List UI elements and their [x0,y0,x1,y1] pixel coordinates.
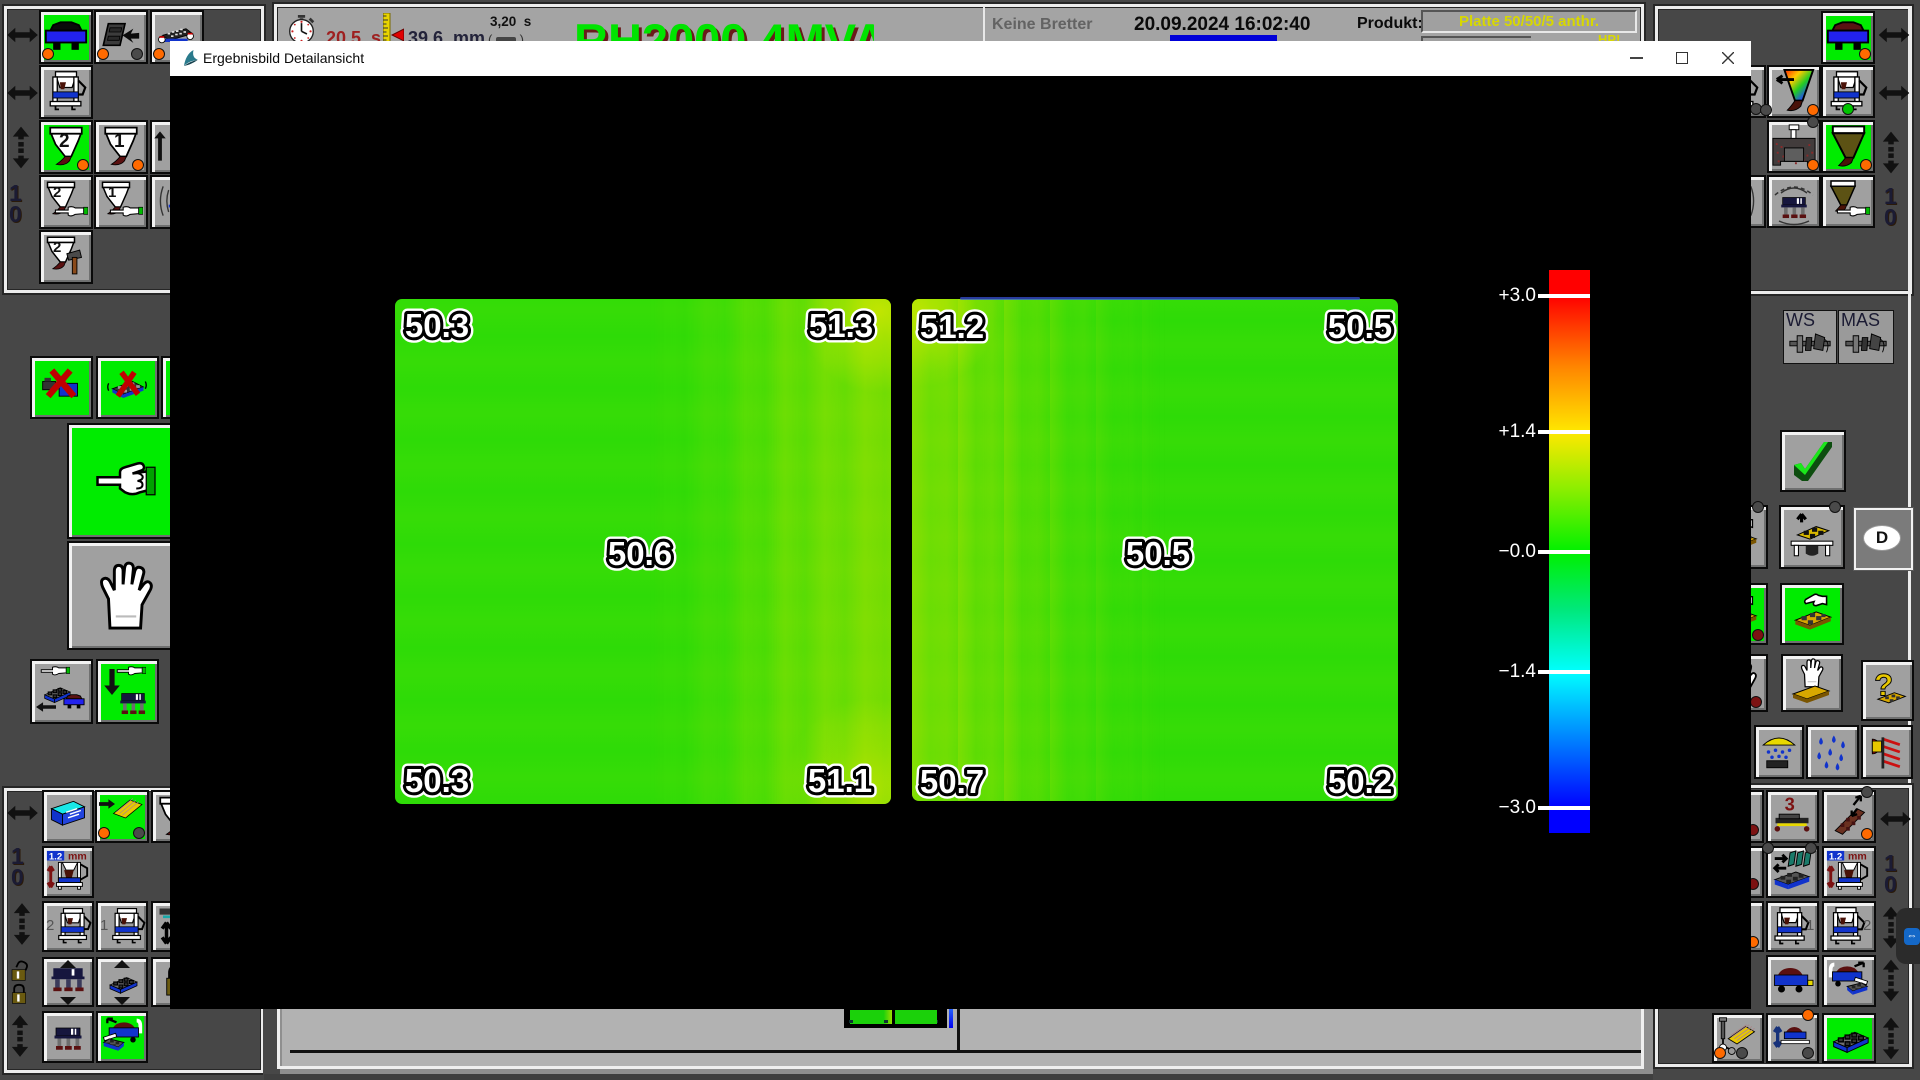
svg-text:50.5: 50.5 [1126,535,1190,572]
svg-text:50.3: 50.3 [405,762,469,799]
svg-text:50.2: 50.2 [1328,763,1392,800]
svg-text:50.7: 50.7 [920,763,984,800]
svg-text:51.1: 51.1 [808,762,872,799]
svg-text:50.6: 50.6 [608,535,672,572]
svg-text:50.3: 50.3 [405,307,469,344]
svg-text:51.3: 51.3 [809,307,873,344]
svg-text:51.2: 51.2 [920,308,984,345]
svg-text:50.5: 50.5 [1328,308,1392,345]
